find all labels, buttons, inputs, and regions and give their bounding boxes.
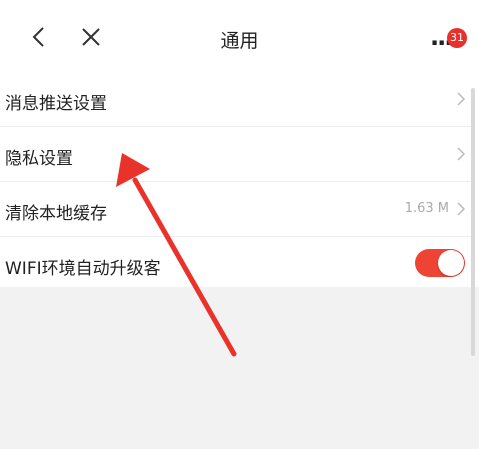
more-button[interactable]: ··· 31 — [426, 22, 472, 56]
settings-item-label: WIFI环境自动升级客 — [5, 259, 161, 279]
settings-item-privacy[interactable]: 隐私设置 — [0, 127, 479, 182]
page-title: 通用 — [220, 30, 259, 52]
chevron-right-icon — [457, 147, 466, 161]
cache-size-value: 1.63 M — [404, 201, 449, 216]
chevron-right-icon — [457, 92, 466, 106]
wifi-auto-update-toggle[interactable] — [415, 249, 465, 277]
toggle-knob — [438, 250, 464, 276]
scrollbar[interactable] — [471, 88, 475, 356]
empty-background — [0, 287, 479, 449]
settings-item-label: 隐私设置 — [5, 149, 73, 169]
top-navbar: 通用 ··· 31 — [0, 0, 479, 72]
settings-item-label: 消息推送设置 — [5, 94, 107, 114]
settings-item-clear-cache[interactable]: 清除本地缓存 1.63 M — [0, 182, 479, 237]
settings-screen: 通用 ··· 31 消息推送设置 隐私设置 清除本地缓存 1.63 M WIFI… — [0, 0, 479, 449]
notification-badge: 31 — [447, 28, 467, 48]
settings-item-wifi-auto-update: WIFI环境自动升级客 — [0, 237, 479, 292]
settings-list: 消息推送设置 隐私设置 清除本地缓存 1.63 M WIFI环境自动升级客 — [0, 72, 479, 292]
settings-item-label: 清除本地缓存 — [5, 204, 107, 224]
settings-item-push-notifications[interactable]: 消息推送设置 — [0, 72, 479, 127]
chevron-right-icon — [457, 202, 466, 216]
